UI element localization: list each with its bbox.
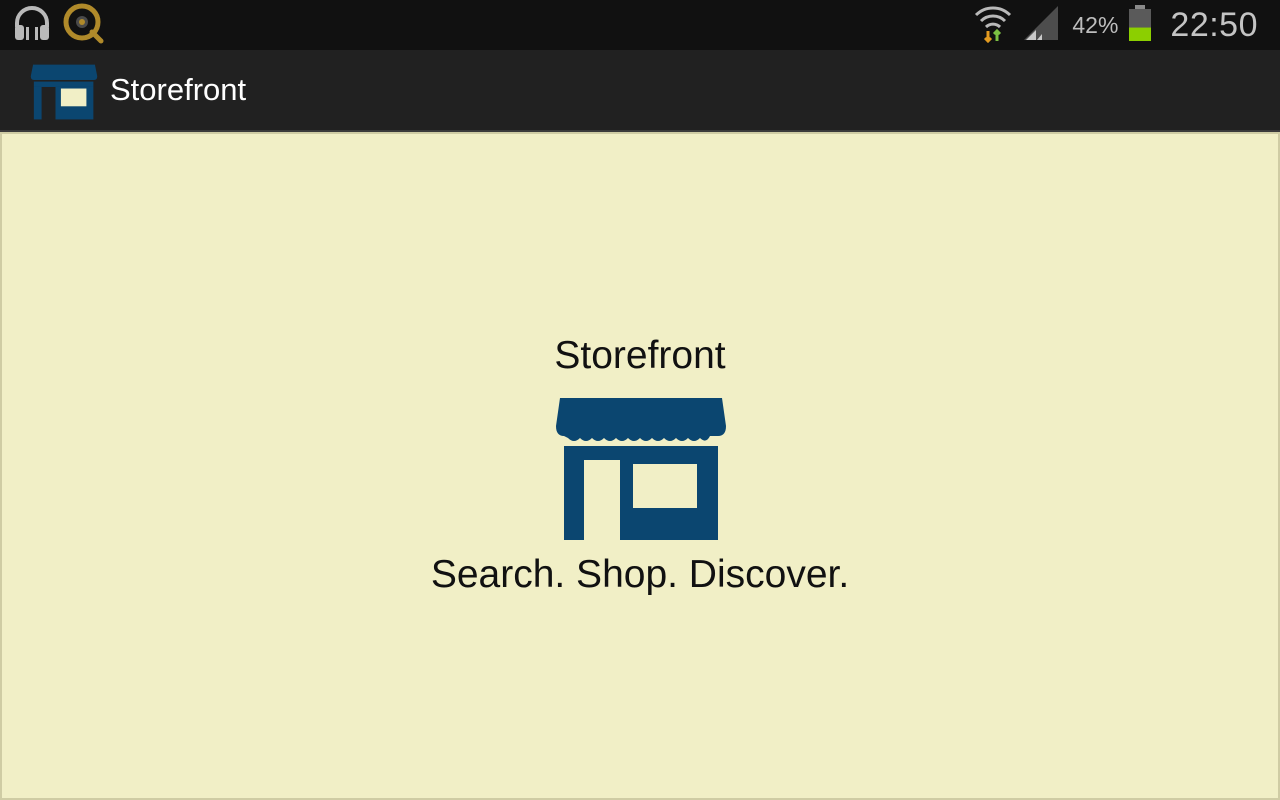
status-clock: 22:50 [1170,5,1258,44]
battery-percent: 42% [1072,11,1119,38]
battery-icon [1128,4,1152,46]
wifi-data-icon [974,3,1012,48]
notification-icons [12,3,104,48]
status-bar: 42% 22:50 [0,0,1280,50]
qik-camera-icon [62,2,104,49]
action-bar: Storefront [0,50,1280,132]
storefront-icon [554,398,730,540]
splash-content: Storefront Search. Shop. Discover. [0,132,1280,800]
headphones-icon [12,3,52,48]
splash-tagline: Search. Shop. Discover. [430,553,850,596]
system-icons: 42% 22:50 [974,0,1258,50]
splash-title: Storefront [554,334,726,377]
storefront-icon[interactable] [30,64,98,120]
signal-icon [1024,5,1060,45]
action-bar-title: Storefront [110,72,247,107]
